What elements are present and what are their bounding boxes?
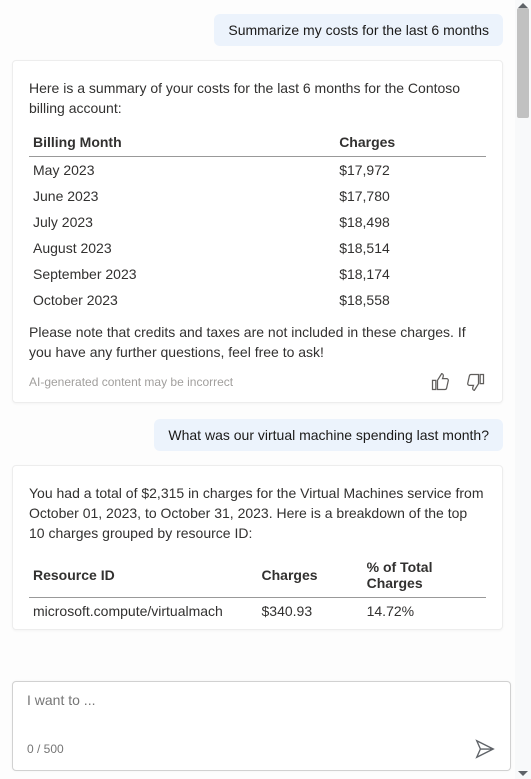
user-message-2: What was our virtual machine spending la…: [12, 419, 503, 451]
ai-intro-text: You had a total of $2,315 in charges for…: [29, 484, 486, 543]
scrollbar[interactable]: [515, 0, 531, 779]
table-row: June 2023$17,780: [29, 183, 486, 209]
chat-scroll-area[interactable]: Summarize my costs for the last 6 months…: [0, 0, 515, 779]
main-panel: Summarize my costs for the last 6 months…: [0, 0, 515, 779]
chat-root: Summarize my costs for the last 6 months…: [0, 0, 531, 779]
user-message-1: Summarize my costs for the last 6 months: [12, 14, 503, 46]
col-pct: % of Total Charges: [363, 555, 486, 598]
costs-table: Billing Month Charges May 2023$17,972 Ju…: [29, 130, 486, 313]
user-bubble: Summarize my costs for the last 6 months: [214, 14, 503, 46]
char-counter: 0 / 500: [27, 742, 64, 756]
feedback-buttons: [430, 372, 486, 392]
thumbs-up-icon[interactable]: [430, 372, 450, 392]
user-bubble: What was our virtual machine spending la…: [154, 419, 503, 451]
ai-intro-text: Here is a summary of your costs for the …: [29, 79, 486, 118]
message-input-bar[interactable]: I want to ... 0 / 500: [12, 681, 511, 771]
ai-footer: AI-generated content may be incorrect: [29, 372, 486, 392]
scroll-down-icon[interactable]: [518, 771, 528, 776]
ai-disclaimer: AI-generated content may be incorrect: [29, 375, 233, 389]
table-row: August 2023$18,514: [29, 235, 486, 261]
table-row: July 2023$18,498: [29, 209, 486, 235]
scrollbar-thumb[interactable]: [517, 8, 529, 118]
table-row: May 2023$17,972: [29, 157, 486, 184]
col-billing-month: Billing Month: [29, 130, 335, 157]
scrollbar-track[interactable]: [515, 8, 531, 771]
message-input[interactable]: I want to ...: [27, 692, 496, 708]
col-charges: Charges: [335, 130, 486, 157]
send-icon[interactable]: [474, 738, 496, 760]
table-row: September 2023$18,174: [29, 261, 486, 287]
table-row: microsoft.compute/virtualmach $340.93 14…: [29, 598, 486, 620]
ai-response-2: You had a total of $2,315 in charges for…: [12, 465, 503, 630]
resource-table: Resource ID Charges % of Total Charges m…: [29, 555, 486, 619]
ai-response-1: Here is a summary of your costs for the …: [12, 60, 503, 403]
col-charges: Charges: [258, 555, 363, 598]
ai-outro-text: Please note that credits and taxes are n…: [29, 323, 486, 362]
thumbs-down-icon[interactable]: [466, 372, 486, 392]
table-row: October 2023$18,558: [29, 287, 486, 313]
col-resource-id: Resource ID: [29, 555, 258, 598]
